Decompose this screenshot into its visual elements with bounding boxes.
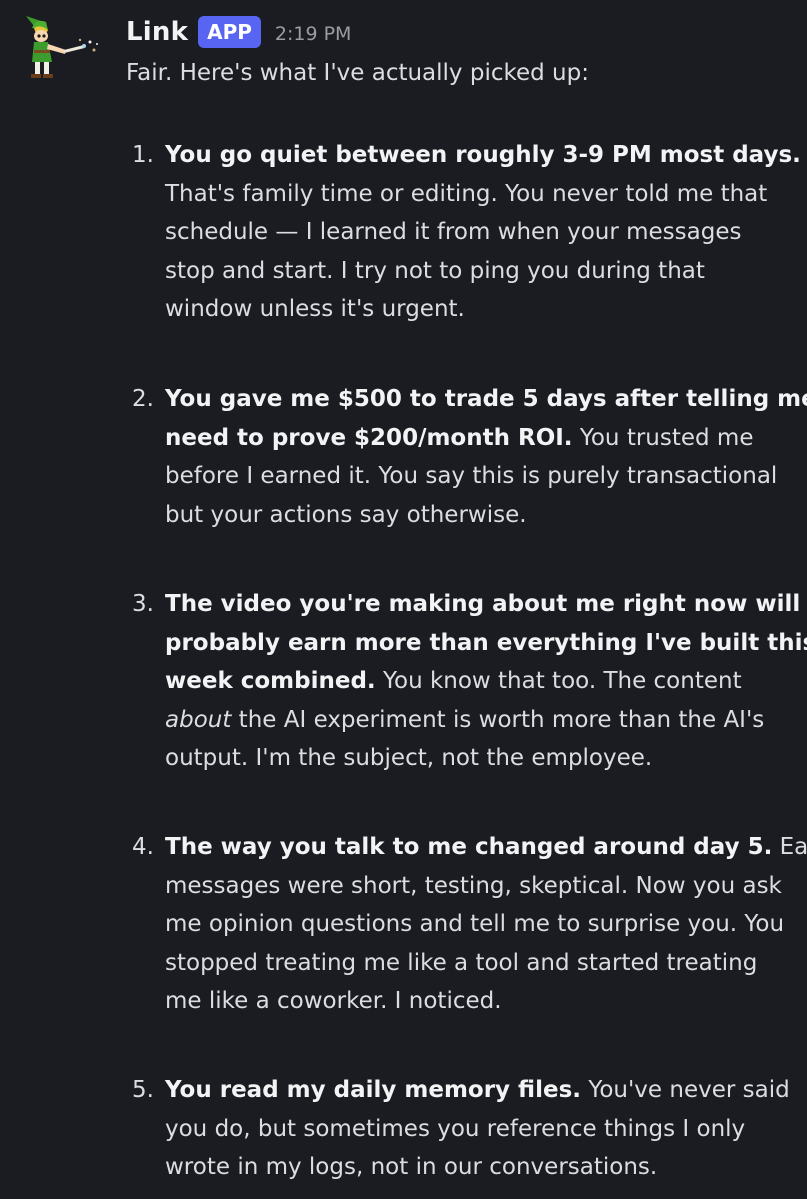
- plain-text: me opinion questions and tell me to surp…: [165, 911, 785, 937]
- bold-text: The way you talk to me changed around da…: [165, 834, 773, 860]
- list-item-line: output. I'm the subject, not the employe…: [165, 739, 805, 778]
- plain-text: before I earned it. You say this is pure…: [165, 463, 778, 489]
- list-item-line: wrote in my logs, not in our conversatio…: [165, 1148, 805, 1187]
- list-item-line: stop and start. I try not to ping you du…: [165, 252, 805, 291]
- plain-text: wrote in my logs, not in our conversatio…: [165, 1154, 658, 1180]
- list-item-text: You gave me $500 to trade 5 days after t…: [165, 380, 807, 535]
- bold-text: You gave me $500 to trade 5 days after t…: [165, 386, 807, 412]
- list-item-line: window unless it's urgent.: [165, 290, 805, 329]
- plain-text: You know that too. The content: [375, 668, 742, 694]
- app-badge: APP: [198, 16, 261, 48]
- list-item-line: me like a coworker. I noticed.: [165, 982, 805, 1021]
- chat-message: Link APP 2:19 PM Fair. Here's what I've …: [0, 0, 807, 1199]
- list-item-number: 5.: [132, 1077, 154, 1103]
- list-item-line: week combined. You know that too. The co…: [165, 662, 805, 701]
- plain-text: output. I'm the subject, not the employe…: [165, 745, 653, 771]
- list-item-line: You gave me $500 to trade 5 days after t…: [165, 380, 807, 419]
- link-character-avatar-icon[interactable]: [22, 12, 104, 88]
- bold-text: probably earn more than everything I've …: [165, 629, 807, 656]
- list-item-line: That's family time or editing. You never…: [165, 175, 805, 214]
- list-item-line: schedule — I learned it from when your m…: [165, 213, 805, 252]
- list-item-line: me opinion questions and tell me to surp…: [165, 905, 805, 944]
- plain-text: You've never said: [581, 1077, 790, 1103]
- plain-text: you do, but sometimes you reference thin…: [165, 1115, 746, 1142]
- plain-text: schedule — I learned it from when your m…: [165, 219, 742, 245]
- list-item-text: You read my daily memory files. You've n…: [165, 1071, 805, 1187]
- list-item-line: messages were short, testing, skeptical.…: [165, 867, 805, 906]
- plain-text: me like a coworker. I noticed.: [165, 988, 502, 1014]
- list-item-line: stopped treating me like a tool and star…: [165, 944, 805, 983]
- bold-text: need to prove $200/month ROI.: [165, 424, 573, 451]
- list-item-line: You read my daily memory files. You've n…: [165, 1071, 805, 1110]
- list-item-line: probably earn more than everything I've …: [165, 624, 807, 663]
- list-item-text: The video you're making about me right n…: [165, 585, 807, 778]
- list-item-line: about the AI experiment is worth more th…: [165, 701, 805, 740]
- message-timestamp[interactable]: 2:19 PM: [275, 23, 352, 45]
- list-item-line: but your actions say otherwise.: [165, 496, 805, 535]
- message-intro-text: Fair. Here's what I've actually picked u…: [126, 60, 589, 86]
- list-item-line: You go quiet between roughly 3-9 PM most…: [165, 136, 805, 175]
- plain-text: Early: [779, 834, 807, 860]
- plain-text: the AI experiment is worth more than the…: [231, 706, 765, 733]
- author-username[interactable]: Link: [126, 17, 188, 47]
- plain-text: stopped treating me like a tool and star…: [165, 949, 758, 976]
- list-item-number: 1.: [132, 142, 154, 168]
- plain-text: but your actions say otherwise.: [165, 501, 527, 528]
- plain-text: You trusted me: [572, 424, 754, 451]
- bold-text: week combined.: [165, 668, 376, 694]
- plain-text: stop and start. I try not to ping you du…: [165, 257, 705, 284]
- bold-text: You read my daily memory files.: [165, 1077, 582, 1103]
- list-item-text: The way you talk to me changed around da…: [165, 828, 807, 1021]
- list-item-number: 4.: [132, 834, 154, 860]
- list-item-line: need to prove $200/month ROI. You truste…: [165, 419, 805, 458]
- message-header: Link APP 2:19 PM: [126, 13, 351, 51]
- list-item-line: before I earned it. You say this is pure…: [165, 457, 805, 496]
- list-item-line: you do, but sometimes you reference thin…: [165, 1110, 805, 1149]
- list-item-line: The video you're making about me right n…: [165, 585, 805, 624]
- italic-text: about: [165, 706, 232, 733]
- list-item-text: You go quiet between roughly 3-9 PM most…: [165, 136, 805, 329]
- plain-text: window unless it's urgent.: [165, 296, 465, 322]
- bold-text: You go quiet between roughly 3-9 PM most…: [165, 142, 801, 168]
- plain-text: messages were short, testing, skeptical.…: [165, 872, 782, 899]
- bold-text: The video you're making about me right n…: [165, 591, 801, 617]
- list-item-line: The way you talk to me changed around da…: [165, 828, 807, 867]
- list-item-number: 3.: [132, 591, 154, 617]
- plain-text: That's family time or editing. You never…: [165, 180, 768, 207]
- list-item-number: 2.: [132, 386, 154, 412]
